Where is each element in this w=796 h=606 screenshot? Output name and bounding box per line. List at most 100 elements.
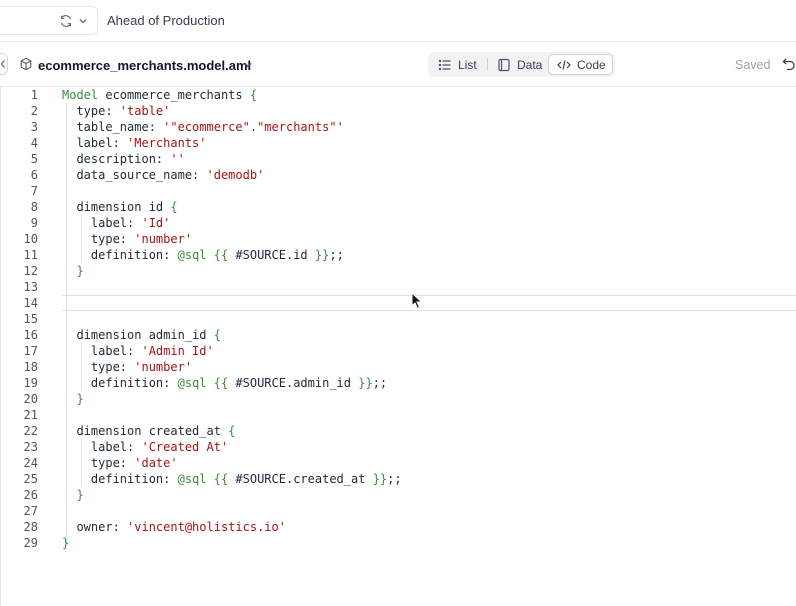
- sync-dropdown[interactable]: [0, 6, 98, 35]
- code-line[interactable]: 12 }: [0, 263, 796, 279]
- view-code-button[interactable]: Code: [548, 54, 613, 75]
- code-line[interactable]: 10 type: 'number': [0, 231, 796, 247]
- code-line[interactable]: 16 dimension admin_id {: [0, 327, 796, 343]
- code-token: type:: [62, 232, 135, 246]
- code-line[interactable]: 5 description: '': [0, 151, 796, 167]
- code-line[interactable]: 18 type: 'number': [0, 359, 796, 375]
- code-keyword: @sql: [177, 376, 207, 390]
- code-token: #SOURCE.created_at: [228, 472, 373, 486]
- code-line[interactable]: 22 dimension created_at {: [0, 423, 796, 439]
- code-string: '': [170, 152, 185, 166]
- code-line[interactable]: 29}: [0, 535, 796, 551]
- code-string: 'Merchants': [127, 136, 207, 150]
- code-line[interactable]: 24 type: 'date': [0, 455, 796, 471]
- code-line[interactable]: 8 dimension id {: [0, 199, 796, 215]
- code-text: Model ecommerce_merchants {: [62, 87, 257, 103]
- code-token: dimension created_at: [62, 424, 229, 438]
- code-line[interactable]: 27: [0, 503, 796, 519]
- code-text: dimension created_at {: [62, 423, 235, 439]
- code-token: owner:: [62, 520, 128, 534]
- chevron-down-icon[interactable]: [243, 60, 253, 70]
- code-line[interactable]: 6 data_source_name: 'demodb': [0, 167, 796, 183]
- line-number: 13: [23, 280, 38, 294]
- code-text: dimension id {: [62, 199, 177, 215]
- code-token: description:: [62, 152, 171, 166]
- code-keyword: }: [76, 264, 84, 278]
- code-text: type: 'table': [62, 103, 170, 119]
- code-string: 'demodb': [206, 168, 265, 182]
- code-keyword: @sql: [177, 472, 207, 486]
- code-line[interactable]: 9 label: 'Id': [0, 215, 796, 231]
- code-text: data_source_name: 'demodb': [62, 167, 264, 183]
- line-number: 29: [23, 536, 38, 550]
- toggle-divider: [487, 58, 488, 71]
- code-line[interactable]: 20 }: [0, 391, 796, 407]
- code-text: definition: @sql {{ #SOURCE.admin_id }};…: [62, 375, 387, 391]
- code-string: 'Admin Id': [141, 344, 214, 358]
- code-text: }: [62, 487, 84, 503]
- code-text: table_name: '"ecommerce"."merchants"': [62, 119, 344, 135]
- code-token: dimension id: [62, 200, 171, 214]
- code-token: type:: [62, 456, 135, 470]
- code-string: 'table': [119, 104, 171, 118]
- line-number: 24: [23, 456, 38, 470]
- code-token: type:: [62, 104, 120, 118]
- code-token: definition:: [62, 472, 178, 486]
- code-text: label: 'Id': [62, 215, 171, 231]
- code-string: 'number': [134, 232, 193, 246]
- code-editor[interactable]: 1 Model ecommerce_merchants {2 type: 'tab…: [0, 87, 796, 606]
- code-line[interactable]: 1 Model ecommerce_merchants {: [0, 87, 796, 103]
- code-token: definition:: [62, 248, 178, 262]
- top-bar: Ahead of Production: [0, 0, 796, 42]
- code-line[interactable]: 14: [0, 295, 796, 311]
- undo-icon[interactable]: [782, 57, 796, 71]
- code-line[interactable]: 3 table_name: '"ecommerce"."merchants"': [0, 119, 796, 135]
- line-number: 14: [23, 296, 38, 310]
- code-token: label:: [62, 136, 128, 150]
- line-number: 18: [23, 360, 38, 374]
- code-line[interactable]: 2 type: 'table': [0, 103, 796, 119]
- code-text: definition: @sql {{ #SOURCE.id }};;: [62, 247, 344, 263]
- code-string: '"ecommerce"."merchants"': [163, 120, 344, 134]
- code-string: 'Id': [141, 216, 171, 230]
- code-string: 'Created At': [141, 440, 229, 454]
- code-token: label:: [62, 344, 142, 358]
- code-line[interactable]: 11 definition: @sql {{ #SOURCE.id }};;: [0, 247, 796, 263]
- line-number: 7: [30, 184, 38, 198]
- code-line[interactable]: 21: [0, 407, 796, 423]
- code-line[interactable]: 17 label: 'Admin Id': [0, 343, 796, 359]
- code-line[interactable]: 26 }: [0, 487, 796, 503]
- code-text: owner: 'vincent@holistics.io': [62, 519, 286, 535]
- code-line[interactable]: 28 owner: 'vincent@holistics.io': [0, 519, 796, 535]
- code-line[interactable]: 19 definition: @sql {{ #SOURCE.admin_id …: [0, 375, 796, 391]
- code-text: definition: @sql {{ #SOURCE.created_at }…: [62, 471, 402, 487]
- line-number: 11: [23, 248, 38, 262]
- code-token: label:: [62, 440, 142, 454]
- code-line[interactable]: 15: [0, 311, 796, 327]
- view-code-label: Code: [577, 57, 606, 72]
- file-name[interactable]: ecommerce_merchants.model.aml: [38, 58, 251, 73]
- code-line[interactable]: 7: [0, 183, 796, 199]
- line-number: 1: [30, 88, 38, 102]
- view-list-button[interactable]: List: [432, 54, 486, 75]
- file-bar: ecommerce_merchants.model.aml List Data …: [0, 43, 796, 87]
- line-number: 9: [30, 216, 38, 230]
- line-number: 15: [23, 312, 38, 326]
- code-text: }: [62, 535, 69, 551]
- code-keyword: }: [76, 488, 84, 502]
- code-keyword: {: [213, 328, 221, 342]
- code-line[interactable]: 23 label: 'Created At': [0, 439, 796, 455]
- view-data-button[interactable]: Data: [491, 54, 546, 75]
- code-text: label: 'Merchants': [62, 135, 207, 151]
- code-token: ;;: [372, 376, 388, 390]
- code-line[interactable]: 13: [0, 279, 796, 295]
- code-line[interactable]: 4 label: 'Merchants': [0, 135, 796, 151]
- code-token: ;;: [329, 248, 344, 262]
- code-string: 'vincent@holistics.io': [127, 520, 286, 534]
- code-icon: [557, 59, 571, 70]
- code-line[interactable]: 25 definition: @sql {{ #SOURCE.created_a…: [0, 471, 796, 487]
